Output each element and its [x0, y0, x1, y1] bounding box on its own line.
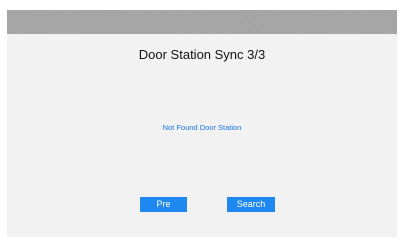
page-title: Door Station Sync 3/3: [138, 47, 266, 62]
screen-speck: [71, 218, 73, 219]
status-message: Not Found Door Station: [162, 123, 242, 132]
top-status-bar: [7, 10, 397, 34]
search-button[interactable]: Search: [227, 197, 275, 212]
sync-screen: Door Station Sync 3/3 Not Found Door Sta…: [7, 10, 397, 237]
screenshot-frame: Door Station Sync 3/3 Not Found Door Sta…: [0, 0, 404, 241]
pre-button[interactable]: Pre: [140, 197, 187, 212]
